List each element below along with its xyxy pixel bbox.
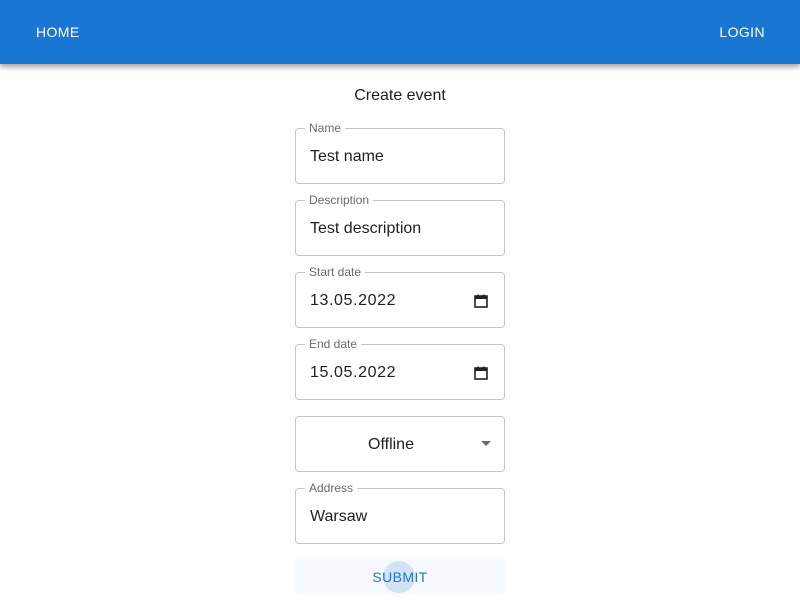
name-field[interactable]: Name Test name — [295, 120, 505, 184]
calendar-icon[interactable] — [474, 366, 488, 380]
event-type-select-value: Offline — [368, 436, 414, 453]
start-date-field[interactable]: Start date 13.05.2022 — [295, 264, 505, 328]
event-type-select[interactable]: Offline — [295, 416, 505, 472]
submit-button[interactable]: SUBMIT — [295, 559, 505, 595]
name-field-label: Name — [305, 120, 346, 136]
form-title: Create event — [354, 87, 446, 104]
end-date-field-value: 15.05.2022 — [310, 364, 397, 381]
dropdown-arrow-icon — [481, 441, 491, 446]
description-field-value: Test description — [310, 220, 422, 237]
end-date-field-label: End date — [305, 336, 362, 352]
app-bar: HOME LOGIN — [0, 0, 800, 64]
address-field-value: Warsaw — [310, 508, 368, 525]
name-field-value: Test name — [310, 148, 384, 165]
login-button[interactable]: LOGIN — [711, 18, 773, 46]
description-field[interactable]: Description Test description — [295, 192, 505, 256]
description-field-label: Description — [305, 192, 374, 208]
address-field-label: Address — [305, 480, 358, 496]
end-date-field[interactable]: End date 15.05.2022 — [295, 336, 505, 400]
submit-button-label: SUBMIT — [372, 569, 428, 585]
start-date-field-value: 13.05.2022 — [310, 292, 397, 309]
address-field[interactable]: Address Warsaw — [295, 480, 505, 544]
start-date-field-label: Start date — [305, 264, 366, 280]
home-button[interactable]: HOME — [28, 18, 88, 46]
calendar-icon[interactable] — [474, 294, 488, 308]
